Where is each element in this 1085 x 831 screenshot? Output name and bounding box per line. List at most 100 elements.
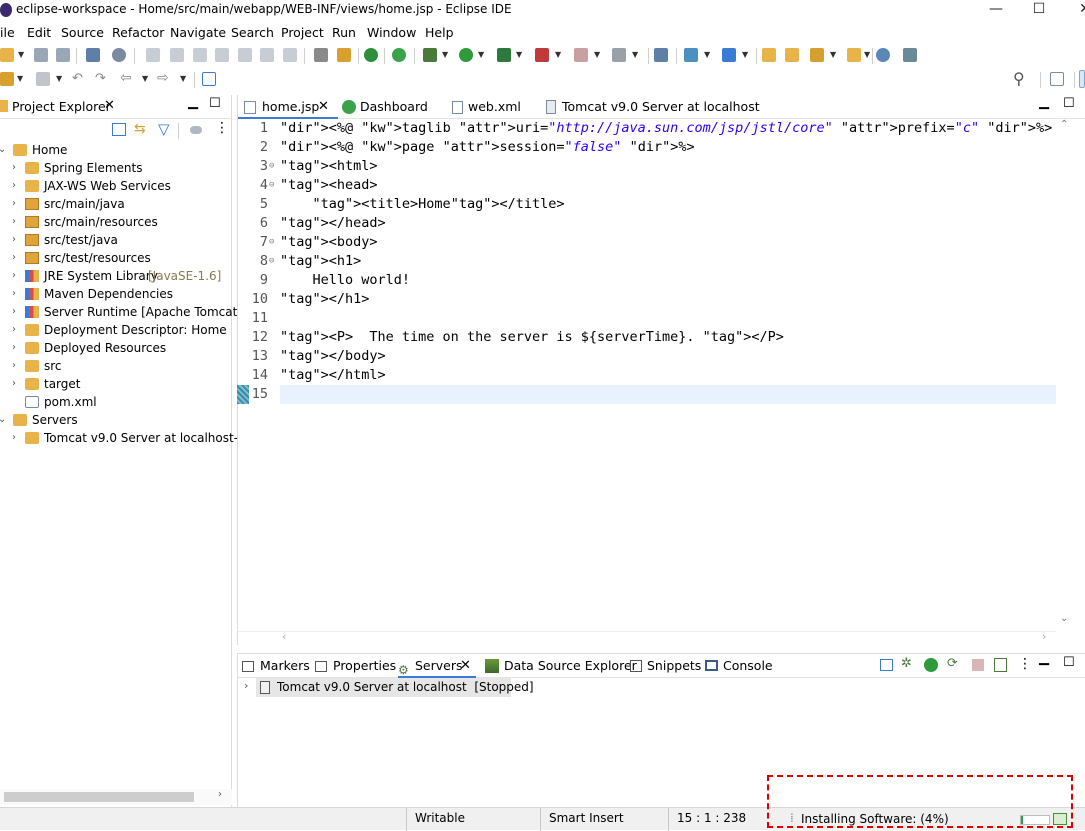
tree-item[interactable]: › Maven Dependencies — [0, 285, 232, 303]
tab-web-xml[interactable]: web.xml — [450, 95, 540, 119]
search-icon[interactable]: ⚲ — [1013, 69, 1025, 88]
forward-icon[interactable]: ⇨ — [157, 70, 169, 86]
tree-item[interactable]: › src/main/java — [0, 195, 232, 213]
tab-home-jsp[interactable]: home.jsp ✕ — [238, 95, 338, 119]
focus-task-icon[interactable] — [190, 126, 202, 134]
coverage-icon[interactable] — [497, 48, 511, 62]
expanded-arrow-icon[interactable]: ⌄ — [0, 411, 6, 429]
forward-edit-icon[interactable]: ↷ — [95, 71, 106, 86]
new-icon[interactable] — [0, 48, 14, 62]
scrollbar-thumb[interactable] — [4, 792, 194, 802]
save-all-icon[interactable] — [56, 48, 70, 62]
expand-arrow-icon[interactable]: › — [12, 321, 16, 339]
code-line[interactable]: 13 "tag"></body> — [238, 347, 1056, 366]
maximize-view-icon[interactable]: ☐ — [1063, 96, 1075, 111]
horizontal-scrollbar[interactable]: › — [0, 789, 232, 805]
tree-item[interactable]: › src — [0, 357, 232, 375]
menu-source[interactable]: Source — [61, 25, 104, 40]
collapse-all-icon[interactable] — [880, 659, 893, 671]
expand-arrow-icon[interactable]: › — [12, 285, 16, 303]
chevron-down-icon[interactable]: ▼ — [632, 50, 638, 59]
pin-editor-icon[interactable] — [202, 72, 216, 86]
debug-icon[interactable] — [423, 48, 437, 62]
code-line[interactable]: 11 — [238, 309, 1056, 328]
code-line[interactable]: 15 — [238, 385, 1056, 404]
drop-frame-icon[interactable] — [314, 48, 328, 62]
new-class-icon[interactable] — [722, 48, 736, 62]
menu-window[interactable]: Window — [367, 25, 416, 40]
chevron-down-icon[interactable]: ▼ — [478, 50, 484, 59]
chevron-down-icon[interactable]: ▼ — [180, 74, 186, 83]
menu-edit[interactable]: Edit — [27, 25, 51, 40]
close-button[interactable]: ✕ — [1062, 0, 1085, 22]
menu-run[interactable]: Run — [332, 25, 356, 40]
chevron-down-icon[interactable]: ▼ — [704, 50, 710, 59]
code-line[interactable]: 4 ⊖ "tag"><head> — [238, 176, 1056, 195]
print-icon[interactable] — [86, 48, 100, 62]
chevron-down-icon[interactable]: ▼ — [56, 74, 62, 83]
debug-server-icon[interactable]: ✲ — [901, 656, 912, 671]
fold-toggle-icon[interactable]: ⊖ — [269, 176, 274, 195]
code-line[interactable]: 6 "tag"></head> — [238, 214, 1056, 233]
editor-horizontal-scrollbar[interactable]: ‹ › — [238, 630, 1056, 645]
maximize-button[interactable]: ☐ — [1016, 0, 1062, 22]
expand-arrow-icon[interactable]: › — [12, 303, 16, 321]
menu-search[interactable]: Search — [231, 25, 274, 40]
start-server-icon[interactable] — [924, 658, 938, 672]
fold-toggle-icon[interactable]: ⊖ — [269, 252, 274, 271]
step-into-icon[interactable] — [238, 48, 252, 62]
jee-perspective-icon[interactable] — [1079, 70, 1085, 88]
chevron-down-icon[interactable]: ▼ — [142, 74, 148, 83]
code-line[interactable]: 9 Hello world! — [238, 271, 1056, 290]
expand-arrow-icon[interactable]: › — [12, 213, 16, 231]
fold-toggle-icon[interactable]: ⊖ — [269, 233, 274, 252]
use-step-filters-icon[interactable] — [337, 48, 351, 62]
tab-servers[interactable]: ⚙ Servers ✕ — [398, 654, 476, 678]
code-line[interactable]: 14 "tag"></html> — [238, 366, 1056, 385]
expand-arrow-icon[interactable]: › — [12, 339, 16, 357]
tree-item[interactable]: › Deployed Resources — [0, 339, 232, 357]
code-line[interactable]: 10 "tag"></h1> — [238, 290, 1056, 309]
scroll-left-icon[interactable]: ‹ — [282, 630, 286, 643]
step-return-icon[interactable] — [283, 48, 297, 62]
stop-icon[interactable] — [574, 48, 588, 62]
tree-item[interactable]: › Spring Elements — [0, 159, 232, 177]
expand-arrow-icon[interactable]: › — [12, 429, 16, 447]
menu-navigate[interactable]: Navigate — [170, 25, 226, 40]
terminate-icon[interactable] — [193, 48, 207, 62]
stop-server-icon[interactable] — [972, 659, 984, 671]
chevron-down-icon[interactable]: ▼ — [594, 50, 600, 59]
expand-arrow-icon[interactable]: › — [12, 159, 16, 177]
view-menu-icon[interactable]: ⋮ — [215, 120, 229, 136]
open-task-icon[interactable] — [810, 48, 824, 62]
server-row[interactable]: › Tomcat v9.0 Server at localhost [Stopp… — [238, 678, 1085, 698]
maximize-view-icon[interactable]: ☐ — [209, 96, 221, 111]
suspend-icon[interactable] — [170, 48, 184, 62]
menu-project[interactable]: Project — [281, 25, 324, 40]
menu-help[interactable]: Help — [425, 25, 454, 40]
minimize-button[interactable]: — — [973, 0, 1019, 22]
open-resource-icon[interactable] — [847, 48, 861, 62]
tree-item[interactable]: › Tomcat v9.0 Server at localhost-co — [0, 429, 252, 447]
pin-icon[interactable] — [903, 48, 917, 62]
chevron-down-icon[interactable]: ▼ — [18, 50, 24, 59]
open-type-icon[interactable] — [654, 48, 668, 62]
spring-refresh-icon[interactable] — [392, 48, 406, 62]
vertical-scrollbar[interactable]: ⌃ ⌄ — [1056, 119, 1072, 631]
chevron-down-icon[interactable]: ▼ — [742, 50, 748, 59]
minimize-view-icon[interactable]: ▁ — [1039, 651, 1049, 666]
new-java-project-icon[interactable] — [684, 48, 698, 62]
expand-arrow-icon[interactable]: › — [12, 195, 16, 213]
menu-refactor[interactable]: Refactor — [112, 25, 164, 40]
tree-item[interactable]: › Server Runtime [Apache Tomcat v9 — [0, 303, 256, 321]
next-annotation-icon[interactable] — [0, 72, 14, 86]
filter-icon[interactable]: ▽ — [158, 120, 170, 138]
back-icon[interactable]: ⇦ — [120, 70, 132, 86]
tree-item[interactable]: › Deployment Descriptor: Home — [0, 321, 232, 339]
code-line[interactable]: 5 "tag"><title>Home"tag"></title> — [238, 195, 1056, 214]
code-line[interactable]: 2 "dir"><%@ "kw">page "attr">session="fal… — [238, 138, 1056, 157]
last-edit-location-icon[interactable]: ↶ — [72, 71, 83, 86]
expanded-arrow-icon[interactable]: ⌄ — [0, 141, 6, 159]
expand-arrow-icon[interactable]: › — [12, 267, 16, 285]
scroll-up-icon[interactable]: ⌃ — [1060, 119, 1068, 130]
